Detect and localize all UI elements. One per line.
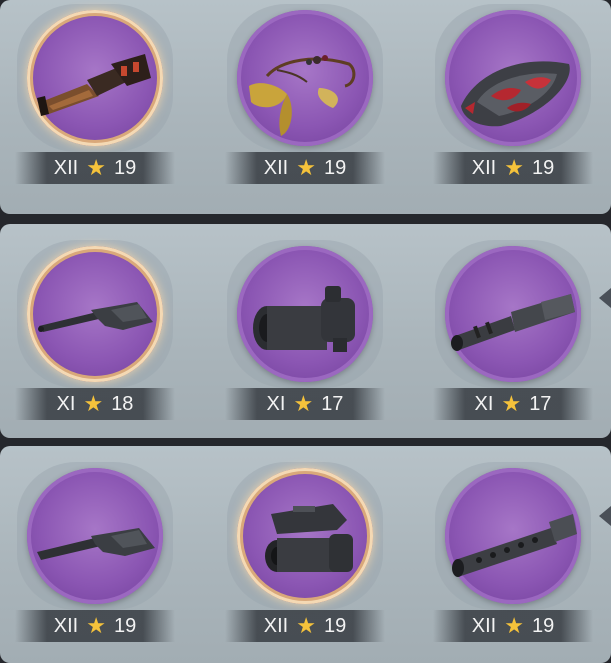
item-badge: XII ★ 19 bbox=[225, 610, 385, 642]
slot-frame bbox=[227, 462, 383, 610]
level-label: 17 bbox=[321, 392, 344, 415]
item-badge: XII ★ 19 bbox=[15, 610, 175, 642]
tier-label: XII bbox=[471, 614, 497, 637]
item-badge: XI ★ 17 bbox=[433, 388, 593, 420]
level-label: 19 bbox=[531, 614, 555, 637]
star-icon: ★ bbox=[504, 613, 524, 638]
slot-frame bbox=[435, 240, 591, 388]
sight-icon bbox=[265, 504, 353, 572]
level-label: 19 bbox=[113, 156, 137, 179]
loadout-row-1: XII ★ 19 XII ★ 19 XII ★ 19 bbox=[0, 0, 611, 214]
tassel-charm-icon bbox=[249, 55, 356, 136]
item-badge: XI ★ 17 bbox=[225, 388, 385, 420]
star-icon: ★ bbox=[504, 155, 524, 180]
slot-frame bbox=[17, 240, 173, 388]
item-slot[interactable]: XI ★ 17 bbox=[215, 240, 395, 426]
level-label: 19 bbox=[113, 614, 137, 637]
scroll-right-arrow-icon[interactable] bbox=[599, 288, 611, 308]
rifle-stock-icon bbox=[38, 302, 153, 332]
item-badge: XII ★ 19 bbox=[433, 610, 593, 642]
star-icon: ★ bbox=[296, 613, 316, 638]
level-label: 19 bbox=[323, 156, 347, 179]
slot-frame bbox=[227, 4, 383, 152]
item-badge: XI ★ 18 bbox=[15, 388, 175, 420]
loadout-row-3: XII ★ 19 XII ★ 19 XII ★ 19 bbox=[0, 446, 611, 663]
hammer-grip-icon bbox=[37, 54, 151, 116]
item-slot[interactable]: XI ★ 18 bbox=[5, 240, 185, 426]
rifle-stock-icon bbox=[37, 528, 155, 560]
muzzle-icon bbox=[451, 294, 575, 351]
item-slot[interactable]: XII ★ 19 bbox=[423, 462, 603, 648]
item-badge: XII ★ 19 bbox=[225, 152, 385, 184]
scope-icon bbox=[253, 286, 355, 352]
item-badge: XII ★ 19 bbox=[15, 152, 175, 184]
item-badge: XII ★ 19 bbox=[433, 152, 593, 184]
tier-label: XI bbox=[266, 392, 286, 415]
item-slot[interactable]: XI ★ 17 bbox=[423, 240, 603, 426]
star-icon: ★ bbox=[83, 391, 104, 416]
slot-frame bbox=[17, 462, 173, 610]
slot-frame bbox=[17, 4, 173, 152]
tier-label: XII bbox=[53, 156, 79, 179]
item-slot[interactable]: XII ★ 19 bbox=[5, 462, 185, 648]
tier-label: XI bbox=[56, 392, 76, 415]
level-label: 17 bbox=[529, 392, 552, 415]
level-label: 18 bbox=[111, 392, 134, 415]
item-slot[interactable]: XII ★ 19 bbox=[215, 4, 395, 190]
loadout-row-2: XI ★ 18 XI ★ 17 XI ★ 17 bbox=[0, 224, 611, 438]
tier-label: XII bbox=[263, 614, 289, 637]
star-icon: ★ bbox=[296, 155, 316, 180]
level-label: 19 bbox=[323, 614, 347, 637]
slot-frame bbox=[227, 240, 383, 388]
scroll-right-arrow-icon[interactable] bbox=[599, 506, 611, 526]
item-slot[interactable]: XII ★ 19 bbox=[5, 4, 185, 190]
star-icon: ★ bbox=[293, 391, 314, 416]
tier-label: XI bbox=[474, 392, 494, 415]
tier-label: XII bbox=[263, 156, 289, 179]
slot-frame bbox=[435, 4, 591, 152]
tier-label: XII bbox=[471, 156, 497, 179]
level-label: 19 bbox=[531, 156, 555, 179]
ornate-plate-icon bbox=[461, 61, 570, 127]
item-slot[interactable]: XII ★ 19 bbox=[423, 4, 603, 190]
tier-label: XII bbox=[53, 614, 79, 637]
star-icon: ★ bbox=[501, 391, 522, 416]
perforated-barrel-icon bbox=[452, 514, 577, 577]
star-icon: ★ bbox=[86, 613, 106, 638]
star-icon: ★ bbox=[86, 155, 106, 180]
slot-frame bbox=[435, 462, 591, 610]
item-slot[interactable]: XII ★ 19 bbox=[215, 462, 395, 648]
